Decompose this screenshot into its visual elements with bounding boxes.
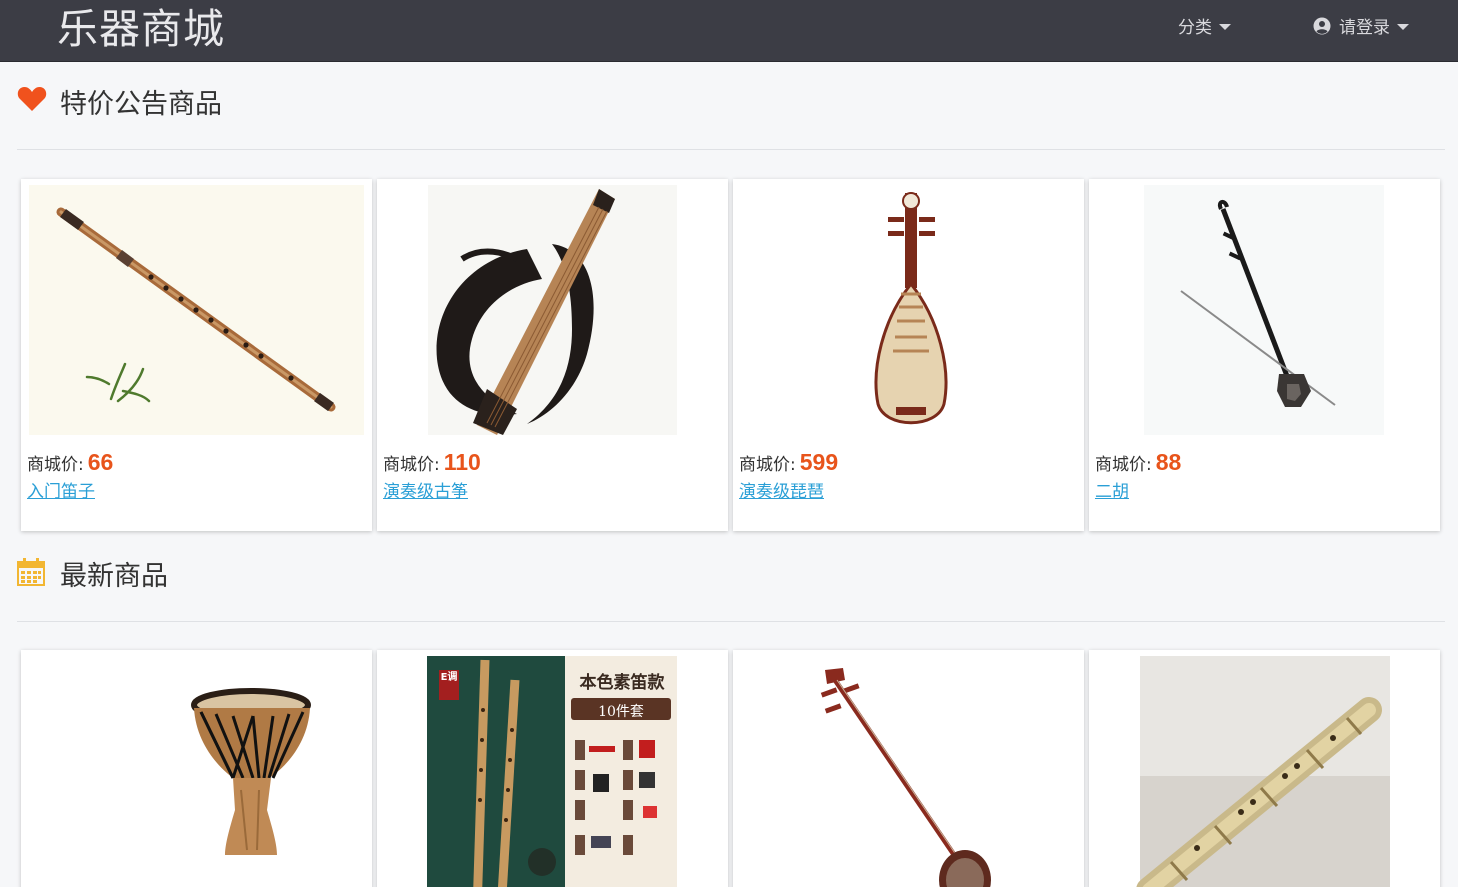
heart-icon: [17, 87, 47, 111]
section-title: 最新商品: [60, 561, 168, 592]
price-label: 商城价:: [739, 455, 796, 475]
product-image[interactable]: [733, 179, 1084, 441]
product-name-link[interactable]: 演奏级古筝: [383, 477, 468, 502]
login-dropdown[interactable]: 请登录: [1313, 13, 1409, 38]
bamboo-bawu-image: [1136, 656, 1390, 887]
price-label: 商城价:: [383, 455, 440, 475]
price-line: 商城价: 66: [27, 449, 113, 476]
product-image[interactable]: [1089, 650, 1440, 887]
product-name-link[interactable]: 演奏级琵琶: [739, 477, 824, 502]
product-card[interactable]: [733, 650, 1084, 887]
product-card[interactable]: 商城价: 110 演奏级古筝: [377, 179, 728, 531]
bamboo-flute-image: [29, 185, 364, 435]
product-card[interactable]: 商城价: 88 二胡: [1089, 179, 1440, 531]
product-name-link[interactable]: 二胡: [1095, 477, 1129, 502]
category-dropdown[interactable]: 分类: [1178, 13, 1231, 38]
sanxian-image: [733, 650, 1084, 887]
chevron-down-icon: [1219, 23, 1231, 30]
pipa-image: [733, 179, 1084, 441]
section-header-new: 最新商品: [17, 534, 1445, 622]
product-card[interactable]: 商城价: 66 入门笛子: [21, 179, 372, 531]
login-dropdown-label: 请登录: [1339, 18, 1390, 38]
price-value: 66: [87, 449, 114, 475]
price-value: 88: [1155, 449, 1182, 475]
product-image[interactable]: [21, 650, 372, 887]
product-image-header: 本色素笛款: [579, 673, 665, 693]
erhu-image: [1144, 185, 1384, 435]
section-header-specials: 特价公告商品: [17, 62, 1445, 150]
site-brand[interactable]: 乐器商城: [57, 4, 225, 54]
product-image[interactable]: [1089, 179, 1440, 441]
calendar-icon: [17, 558, 45, 586]
price-line: 商城价: 599: [739, 449, 838, 476]
product-image[interactable]: [21, 179, 372, 441]
product-card[interactable]: [1089, 650, 1440, 887]
flute-set-image: [427, 656, 677, 887]
product-name-link[interactable]: 入门笛子: [27, 477, 95, 502]
product-card[interactable]: 商城价: 599 演奏级琵琶: [733, 179, 1084, 531]
top-navbar: 乐器商城 分类 请登录: [0, 0, 1458, 62]
product-image[interactable]: [733, 650, 1084, 887]
key-badge: E调: [440, 672, 458, 683]
section-title: 特价公告商品: [60, 89, 222, 120]
category-dropdown-label: 分类: [1178, 18, 1212, 38]
price-value: 599: [799, 449, 839, 475]
price-line: 商城价: 110: [383, 449, 481, 476]
price-value: 110: [443, 449, 481, 475]
product-image[interactable]: [377, 179, 728, 441]
product-card[interactable]: [21, 650, 372, 887]
guzheng-image: [428, 185, 677, 435]
product-card[interactable]: E调 本色素笛款 10件套: [377, 650, 728, 887]
price-line: 商城价: 88: [1095, 449, 1181, 476]
product-image[interactable]: E调 本色素笛款 10件套: [377, 650, 728, 887]
chevron-down-icon: [1397, 23, 1409, 30]
price-label: 商城价:: [27, 455, 84, 475]
user-circle-icon: [1313, 17, 1331, 34]
price-label: 商城价:: [1095, 455, 1152, 475]
product-image-subheader: 10件套: [598, 704, 644, 720]
djembe-drum-image: [21, 650, 372, 887]
